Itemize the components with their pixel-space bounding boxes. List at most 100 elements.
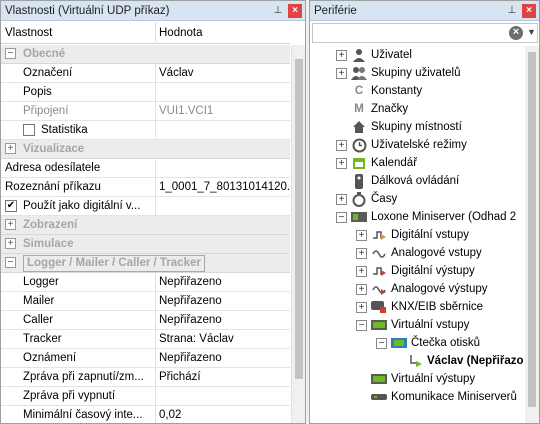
property-row-tracker[interactable]: Tracker Strana: Václav	[1, 330, 290, 349]
tree-node-virtualni-vystupy[interactable]: Virtuální výstupy	[371, 370, 475, 388]
expand-icon[interactable]: +	[336, 67, 347, 79]
user-icon	[351, 47, 367, 63]
property-value[interactable]: 0,02	[159, 409, 289, 421]
tree-node-casy[interactable]: + Časy	[336, 190, 397, 208]
udp-command-icon	[407, 353, 423, 369]
property-value[interactable]: Nepřiřazeno	[159, 352, 289, 364]
peripherals-tree: + Uživatel + Skupiny uživatelů C Konstan…	[312, 46, 524, 423]
property-row-pouzit[interactable]: ✔ Použít jako digitální v...	[1, 197, 290, 216]
remote-control-icon	[351, 173, 367, 189]
tree-node-virtualni-vstupy[interactable]: − Virtuální vstupy	[356, 316, 469, 334]
expand-icon[interactable]: +	[356, 283, 367, 295]
property-grid: − Obecné Označení Václav Popis Připojení…	[1, 45, 290, 423]
property-value[interactable]: Nepřiřazeno	[159, 314, 289, 326]
virtual-input-icon	[371, 317, 387, 333]
close-icon[interactable]: ×	[288, 3, 302, 18]
property-value[interactable]: Přichází	[159, 371, 289, 383]
tree-node-vaclav[interactable]: Václav (Nepřiřazo	[407, 352, 524, 370]
property-row-min-cas[interactable]: Minimální časový inte... 0,02	[1, 406, 290, 423]
expand-icon[interactable]: +	[336, 157, 347, 169]
tree-node-dalkova-ovladani[interactable]: Dálková ovládání	[351, 172, 459, 190]
properties-panel: Vlastnosti (Virtuální UDP příkaz) ⊥ × Vl…	[0, 0, 306, 424]
calendar-icon	[351, 155, 367, 171]
tree-scrollbar[interactable]	[525, 46, 539, 423]
property-row-popis[interactable]: Popis	[1, 83, 290, 102]
pin-icon[interactable]: ⊥	[271, 4, 285, 18]
expand-icon[interactable]: +	[5, 219, 16, 230]
tree-node-analogove-vstupy[interactable]: + Analogové vstupy	[356, 244, 482, 262]
category-logger[interactable]: − Logger / Mailer / Caller / Tracker	[1, 254, 290, 273]
collapse-icon[interactable]: −	[336, 211, 347, 223]
category-display[interactable]: + Zobrazení	[1, 216, 290, 235]
category-visualization[interactable]: + Vizualizace	[1, 140, 290, 159]
collapse-icon[interactable]: −	[376, 337, 387, 349]
property-row-rozeznani[interactable]: Rozeznání příkazu 1_0001_7_80131014120..…	[1, 178, 290, 197]
analog-input-icon	[371, 245, 387, 261]
tree-node-digitalni-vystupy[interactable]: + Digitální výstupy	[356, 262, 475, 280]
miniserver-icon	[351, 209, 367, 225]
digital-input-icon	[371, 227, 387, 243]
scrollbar-thumb[interactable]	[295, 59, 303, 379]
grid-header: Vlastnost Hodnota	[1, 22, 290, 44]
tree-node-skupiny-mistnosti[interactable]: Skupiny místností	[351, 118, 462, 136]
expand-icon[interactable]: +	[336, 139, 347, 151]
property-row-mailer[interactable]: Mailer Nepřiřazeno	[1, 292, 290, 311]
tree-node-ctecka-otisku[interactable]: − Čtečka otisků	[376, 334, 480, 352]
virtual-output-icon	[371, 371, 387, 387]
column-header-value[interactable]: Hodnota	[159, 27, 202, 39]
tree-filter-input[interactable]: × ▼	[312, 23, 538, 43]
property-row-statistika[interactable]: Statistika	[1, 121, 290, 140]
property-row-oznameni[interactable]: Oznámení Nepřiřazeno	[1, 349, 290, 368]
property-value[interactable]: Nepřiřazeno	[159, 276, 289, 288]
property-row-logger[interactable]: Logger Nepřiřazeno	[1, 273, 290, 292]
collapse-icon[interactable]: −	[5, 48, 16, 59]
tree-node-komunikace[interactable]: Komunikace Miniserverů	[371, 388, 517, 406]
properties-titlebar: Vlastnosti (Virtuální UDP příkaz) ⊥ ×	[1, 1, 305, 21]
properties-scrollbar[interactable]	[291, 45, 305, 423]
expand-icon[interactable]: +	[336, 193, 347, 205]
property-row-oznaceni[interactable]: Označení Václav	[1, 64, 290, 83]
column-header-property[interactable]: Vlastnost	[5, 27, 52, 39]
tree-node-uzivatelske-rezimy[interactable]: + Uživatelské režimy	[336, 136, 467, 154]
statistika-checkbox[interactable]	[23, 124, 35, 136]
expand-icon[interactable]: +	[336, 49, 347, 61]
tree-node-skupiny-uzivatelu[interactable]: + Skupiny uživatelů	[336, 64, 461, 82]
tree-node-znacky[interactable]: M Značky	[351, 100, 408, 118]
tree-node-digitalni-vstupy[interactable]: + Digitální vstupy	[356, 226, 469, 244]
chevron-down-icon[interactable]: ▼	[527, 27, 536, 37]
digital-output-icon	[371, 263, 387, 279]
expand-icon[interactable]: +	[356, 229, 367, 241]
expand-icon[interactable]: +	[356, 301, 367, 313]
clock-icon	[351, 137, 367, 153]
property-value[interactable]: Nepřiřazeno	[159, 295, 289, 307]
collapse-icon[interactable]: −	[356, 319, 367, 331]
pouzit-checkbox[interactable]: ✔	[5, 200, 17, 212]
tree-node-knx[interactable]: + KNX/EIB sběrnice	[356, 298, 483, 316]
expand-icon[interactable]: +	[356, 265, 367, 277]
property-row-zprava-vypnuti[interactable]: Zpráva při vypnutí	[1, 387, 290, 406]
peripherals-panel: Periférie ⊥ × × ▼ + Uživatel + Skupiny u…	[309, 0, 540, 424]
clear-filter-icon[interactable]: ×	[509, 26, 523, 40]
close-icon[interactable]: ×	[522, 3, 536, 18]
category-simulation[interactable]: + Simulace	[1, 235, 290, 254]
expand-icon[interactable]: +	[356, 247, 367, 259]
tree-node-analogove-vystupy[interactable]: + Analogové výstupy	[356, 280, 488, 298]
property-value[interactable]: 1_0001_7_80131014120...	[159, 181, 289, 193]
category-general[interactable]: − Obecné	[1, 45, 290, 64]
tree-node-miniserver[interactable]: − Loxone Miniserver (Odhad 2	[336, 208, 516, 226]
scrollbar-thumb[interactable]	[528, 52, 536, 407]
tree-node-kalendar[interactable]: + Kalendář	[336, 154, 417, 172]
collapse-icon[interactable]: −	[5, 257, 16, 268]
marker-icon: M	[354, 103, 364, 115]
property-value[interactable]: Strana: Václav	[159, 333, 289, 345]
tree-node-konstanty[interactable]: C Konstanty	[351, 82, 422, 100]
property-row-caller[interactable]: Caller Nepřiřazeno	[1, 311, 290, 330]
property-value[interactable]: Václav	[159, 67, 289, 79]
expand-icon[interactable]: +	[5, 238, 16, 249]
expand-icon[interactable]: +	[5, 143, 16, 154]
property-row-adresa[interactable]: Adresa odesílatele	[1, 159, 290, 178]
pin-icon[interactable]: ⊥	[505, 4, 519, 18]
home-icon	[351, 119, 367, 135]
tree-node-uzivatel[interactable]: + Uživatel	[336, 46, 412, 64]
property-row-zprava-zapnuti[interactable]: Zpráva při zapnutí/zm... Přichází	[1, 368, 290, 387]
